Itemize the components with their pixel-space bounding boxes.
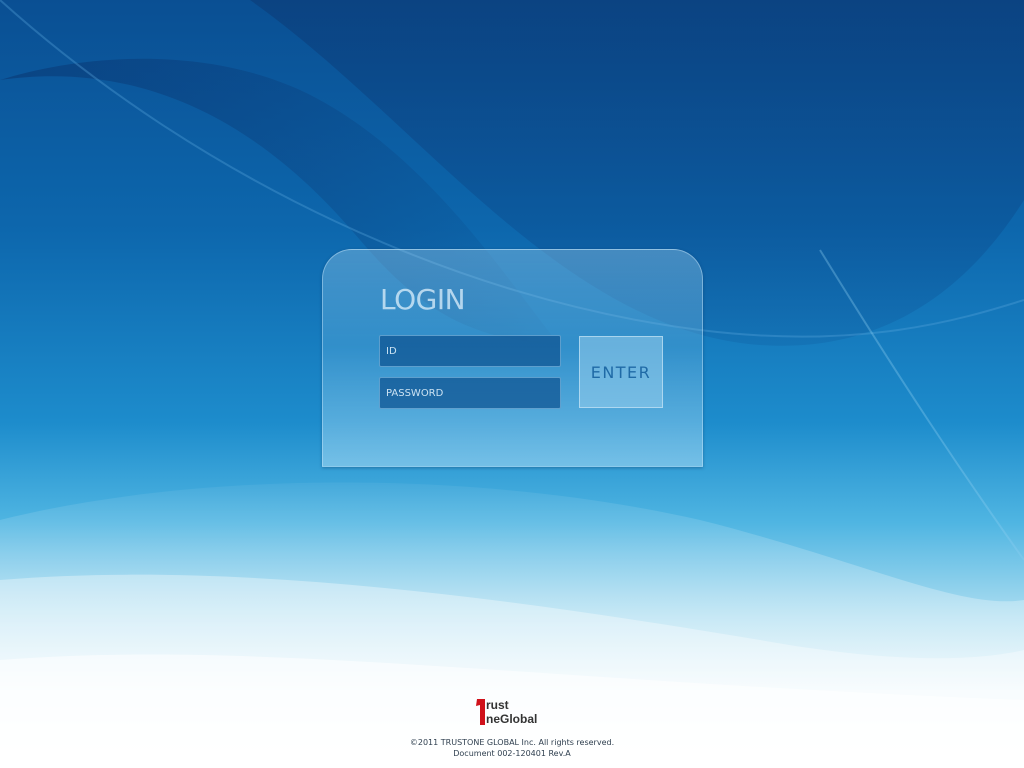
svg-text:neGlobal: neGlobal — [486, 712, 537, 726]
id-input[interactable] — [379, 335, 561, 367]
password-input[interactable] — [379, 377, 561, 409]
svg-text:rust: rust — [486, 698, 509, 712]
enter-button[interactable]: ENTER — [579, 336, 663, 408]
trustoneglobal-logo: rust neGlobal — [473, 697, 551, 727]
login-title: LOGIN — [380, 283, 466, 316]
copyright-text: ©2011 TRUSTONE GLOBAL Inc. All rights re… — [409, 738, 615, 747]
login-panel: LOGIN ENTER — [322, 249, 703, 467]
document-number: Document 002-120401 Rev.A — [453, 749, 571, 758]
login-page: LOGIN ENTER rust neGlobal ©2011 TRUSTONE… — [0, 0, 1024, 768]
footer: rust neGlobal ©2011 TRUSTONE GLOBAL Inc.… — [0, 697, 1024, 759]
logo-mark: rust neGlobal — [476, 698, 537, 726]
